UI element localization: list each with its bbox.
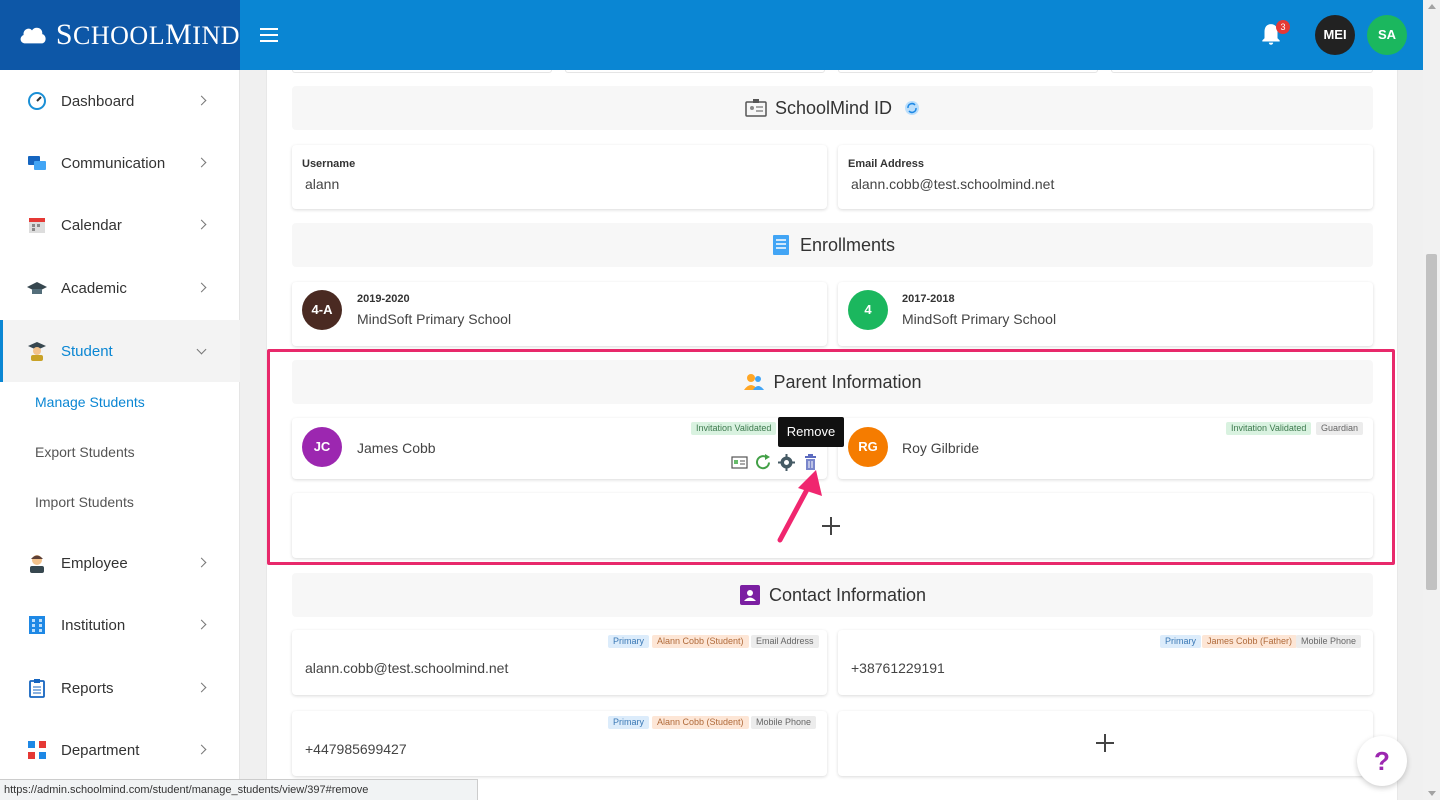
enrollment-badge: 4 — [848, 290, 888, 330]
section-title: SchoolMind ID — [774, 97, 893, 118]
status-bar-url: https://admin.schoolmind.com/student/man… — [0, 779, 478, 800]
plus-icon[interactable] — [1096, 734, 1114, 752]
tag-owner: Alann Cobb (Student) — [652, 635, 749, 648]
sidebar-item-communication[interactable]: Communication — [0, 132, 240, 194]
sidebar-item-student[interactable]: Student — [0, 320, 240, 382]
username-value: alann — [305, 176, 340, 192]
tag-owner: James Cobb (Father) — [1202, 635, 1298, 648]
enrollment-card[interactable]: 4 2017-2018 MindSoft Primary School — [838, 282, 1373, 346]
sidebar-item-reports[interactable]: Reports — [0, 657, 240, 719]
scrollbar[interactable] — [1423, 0, 1440, 800]
enrollment-list-icon — [772, 235, 789, 255]
id-card-icon — [745, 99, 767, 117]
employee-icon — [30, 555, 44, 573]
sidebar-item-dashboard[interactable]: Dashboard — [0, 70, 240, 132]
username-label: Username — [302, 158, 356, 170]
sidebar-item-calendar[interactable]: Calendar — [0, 194, 240, 256]
username-card: Username alann — [292, 145, 827, 209]
brand-name: SCHOOLMIND — [55, 18, 240, 51]
help-button[interactable]: ? — [1357, 736, 1407, 786]
sidebar-item-department[interactable]: Department — [0, 719, 240, 781]
sidebar-subitem-import-students[interactable]: Import Students — [35, 494, 134, 510]
menu-icon[interactable] — [260, 28, 278, 42]
sidebar-subitem-manage-students[interactable]: Manage Students — [35, 394, 145, 410]
avatar-sa[interactable]: SA — [1367, 15, 1407, 55]
graduation-cap-icon — [27, 282, 47, 294]
avatar-mei[interactable]: MEI — [1315, 15, 1355, 55]
contact-value: +38761229191 — [851, 660, 945, 676]
department-icon — [28, 741, 46, 759]
refresh-icon[interactable] — [904, 100, 920, 116]
tag-primary: Primary — [608, 635, 649, 648]
sidebar-item-label: Employee — [61, 554, 128, 572]
calendar-icon — [29, 218, 45, 233]
chat-icon — [28, 156, 46, 170]
building-icon — [29, 616, 45, 634]
sidebar-item-label: Dashboard — [61, 92, 135, 110]
chevron-right-icon — [196, 282, 207, 293]
enrollment-card[interactable]: 4-A 2019-2020 MindSoft Primary School — [292, 282, 827, 346]
tag-contact-type: Email Address — [751, 635, 819, 648]
scroll-down-icon[interactable] — [1428, 791, 1436, 796]
enrollment-year: 2017-2018 — [902, 293, 955, 305]
contact-card-mobile-student[interactable]: Primary Alann Cobb (Student) Mobile Phon… — [292, 711, 827, 776]
chevron-right-icon — [196, 557, 207, 568]
cloud-logo-icon — [20, 27, 46, 44]
sidebar-subitem-export-students[interactable]: Export Students — [35, 444, 135, 460]
section-title: Contact Information — [768, 584, 927, 605]
tag-contact-type: Mobile Phone — [751, 716, 817, 729]
chevron-right-icon — [196, 157, 207, 168]
sidebar-item-institution[interactable]: Institution — [0, 594, 240, 656]
student-icon — [28, 342, 46, 361]
email-label: Email Address — [848, 158, 925, 170]
section-header-contact-information: Contact Information — [292, 573, 1373, 617]
sidebar-item-label: Reports — [61, 679, 114, 697]
section-title: Enrollments — [799, 234, 896, 255]
scroll-up-icon[interactable] — [1428, 4, 1436, 9]
chevron-right-icon — [196, 619, 207, 630]
tag-owner: Alann Cobb (Student) — [652, 716, 749, 729]
chevron-right-icon — [196, 682, 207, 693]
sidebar: Dashboard Communication Calendar Academi… — [0, 70, 240, 800]
notification-badge: 3 — [1276, 20, 1290, 34]
chevron-right-icon — [196, 219, 207, 230]
contact-value: +447985699427 — [305, 741, 407, 757]
sidebar-item-label: Academic — [61, 279, 127, 297]
sidebar-item-label: Institution — [61, 616, 126, 634]
enrollment-school: MindSoft Primary School — [902, 311, 1057, 327]
section-header-schoolmind-id: SchoolMind ID — [292, 86, 1373, 130]
add-contact-card[interactable] — [838, 711, 1373, 776]
brand-logo[interactable]: SCHOOLMIND — [0, 0, 240, 70]
sidebar-item-label: Department — [61, 741, 140, 759]
chevron-right-icon — [196, 95, 207, 106]
remove-tooltip: Remove — [778, 417, 844, 447]
contact-card-icon — [739, 585, 760, 605]
sidebar-item-label: Calendar — [61, 216, 122, 234]
sidebar-item-employee[interactable]: Employee — [0, 532, 240, 594]
chevron-down-icon — [196, 344, 207, 355]
tag-contact-type: Mobile Phone — [1296, 635, 1362, 648]
enrollment-year: 2019-2020 — [357, 293, 410, 305]
email-value: alann.cobb@test.schoolmind.net — [851, 176, 1055, 192]
contact-value: alann.cobb@test.schoolmind.net — [305, 660, 509, 676]
sidebar-item-label: Communication — [61, 154, 166, 172]
enrollment-school: MindSoft Primary School — [357, 311, 512, 327]
top-bar: 3 MEI SA — [240, 0, 1423, 70]
tag-primary: Primary — [608, 716, 649, 729]
pointer-arrow-icon — [777, 470, 822, 543]
scroll-thumb[interactable] — [1426, 254, 1437, 590]
clipboard-icon — [29, 679, 45, 698]
section-header-enrollments: Enrollments — [292, 223, 1373, 267]
sidebar-item-label: Student — [61, 342, 113, 360]
contact-card-email[interactable]: Primary Alann Cobb (Student) Email Addre… — [292, 630, 827, 695]
tag-primary: Primary — [1160, 635, 1201, 648]
email-card: Email Address alann.cobb@test.schoolmind… — [838, 145, 1373, 209]
sidebar-item-academic[interactable]: Academic — [0, 257, 240, 319]
enrollment-badge: 4-A — [302, 290, 342, 330]
chevron-right-icon — [196, 744, 207, 755]
contact-card-mobile-father[interactable]: Primary James Cobb (Father) Mobile Phone… — [838, 630, 1373, 695]
dashboard-icon — [28, 92, 46, 110]
highlight-box — [267, 349, 1395, 565]
